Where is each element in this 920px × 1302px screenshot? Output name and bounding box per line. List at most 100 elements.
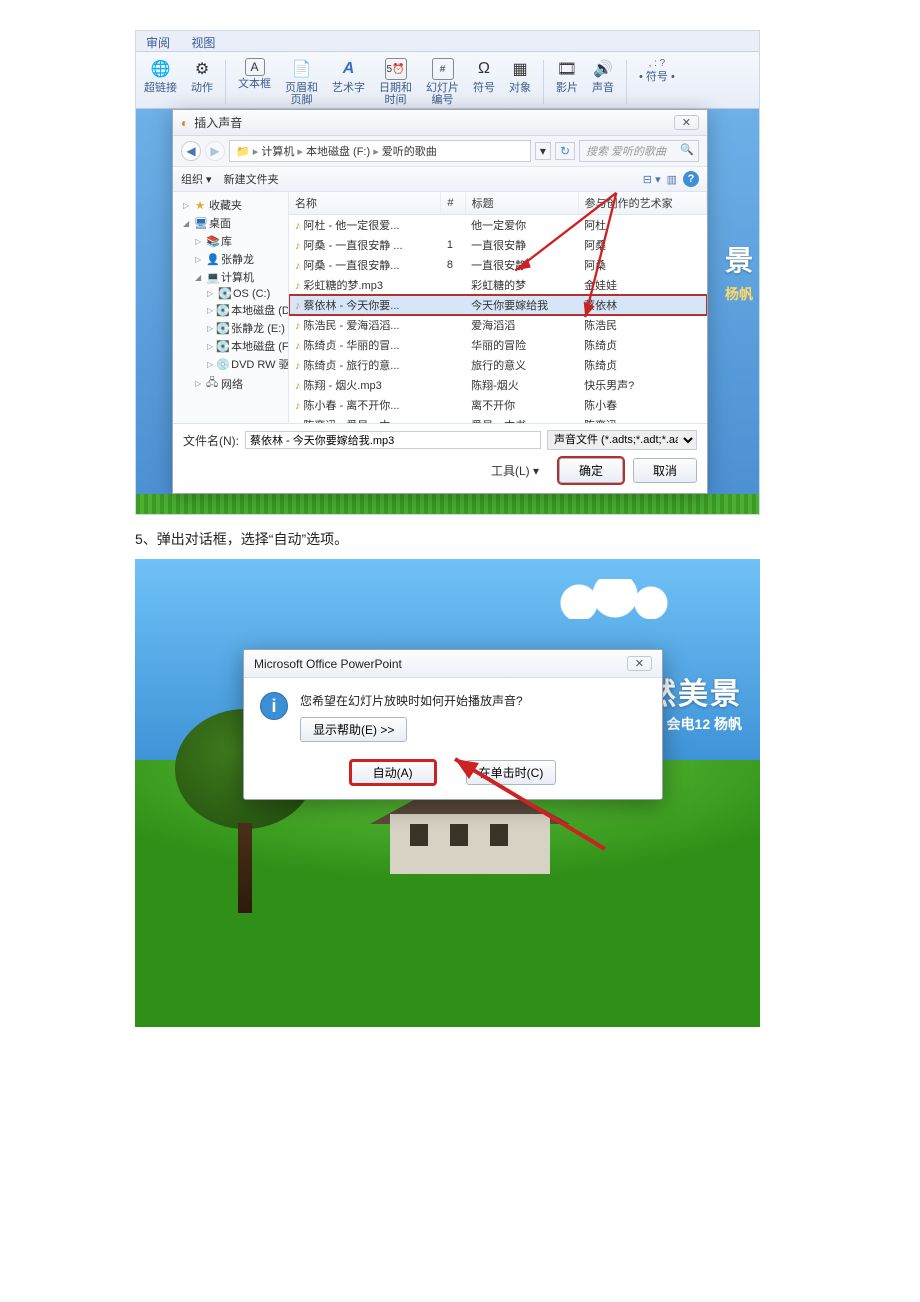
audio-file-icon: ♪ bbox=[295, 400, 301, 412]
tree-node[interactable]: ▷💽张静龙 (E:) bbox=[175, 319, 286, 337]
forward-button[interactable]: ▶ bbox=[205, 141, 225, 161]
file-row[interactable]: ♪陈奕迅 - 爱是一本...爱是一本书陈奕迅 bbox=[289, 415, 707, 423]
organize-menu[interactable]: 组织 ▾ bbox=[181, 171, 212, 187]
cancel-button[interactable]: 取消 bbox=[633, 458, 697, 483]
object-icon: ▦ bbox=[509, 58, 531, 80]
audio-file-icon: ♪ bbox=[295, 360, 301, 372]
view-mode-button[interactable]: ⊟ ▾ bbox=[643, 173, 661, 186]
screenshot-insert-sound-dialog: 审阅 视图 🌐 超链接 ⚙ 动作 A 文本框 📄 页眉和 页脚 A bbox=[135, 30, 760, 515]
tree-node[interactable]: ▷💽本地磁盘 (F:) bbox=[175, 337, 286, 355]
dialog-titlebar: ◐ 插入声音 ✕ bbox=[173, 110, 707, 136]
screenshot-auto-dialog: 然美景 : 会电12 杨帆 Microsoft Office PowerPoin… bbox=[135, 559, 760, 1027]
headerfooter-icon: 📄 bbox=[291, 58, 313, 80]
ribbon-hyperlink[interactable]: 🌐 超链接 bbox=[140, 58, 181, 106]
show-help-button[interactable]: 显示帮助(E) >> bbox=[300, 717, 407, 742]
tree-node[interactable]: ◢🖥桌面 bbox=[175, 214, 286, 232]
globe-icon: 🌐 bbox=[150, 58, 172, 80]
tab-review[interactable]: 审阅 bbox=[146, 36, 170, 50]
action-icon: ⚙ bbox=[191, 58, 213, 80]
folder-tree[interactable]: ▷★收藏夹◢🖥桌面▷📚库▷👤张静龙◢💻计算机▷💽OS (C:)▷💽本地磁盘 (D… bbox=[173, 192, 289, 423]
file-row[interactable]: ♪阿桑 - 一直很安静...8一直很安静阿桑 bbox=[289, 255, 707, 275]
slide-subtitle-fragment: 杨帆 bbox=[725, 284, 753, 304]
col-artist[interactable]: 参与创作的艺术家 bbox=[578, 192, 706, 215]
tree-node[interactable]: ▷👤张静龙 bbox=[175, 250, 286, 268]
refresh-button[interactable]: ↻ bbox=[555, 142, 575, 160]
movie-icon: 🎞 bbox=[556, 58, 578, 80]
ribbon-symbols-group[interactable]: , : ? • 符号 • bbox=[635, 58, 679, 106]
breadcrumb[interactable]: 📁 计算机 本地磁盘 (F:) 爱听的歌曲 bbox=[229, 140, 531, 162]
tree-node[interactable]: ▷★收藏夹 bbox=[175, 196, 286, 214]
file-row[interactable]: ♪彩虹糖的梦.mp3彩虹糖的梦金娃娃 bbox=[289, 275, 707, 295]
textbox-icon: A bbox=[245, 58, 265, 76]
help-icon[interactable]: ? bbox=[683, 171, 699, 187]
file-row[interactable]: ♪陈翔 - 烟火.mp3陈翔-烟火快乐男声? bbox=[289, 375, 707, 395]
cloud-decoration bbox=[555, 579, 675, 619]
dialog-title: Microsoft Office PowerPoint bbox=[254, 657, 402, 671]
close-button[interactable]: ✕ bbox=[674, 115, 699, 130]
file-row[interactable]: ♪陈绮贞 - 旅行的意...旅行的意义陈绮贞 bbox=[289, 355, 707, 375]
tree-node[interactable]: ▷💽OS (C:) bbox=[175, 286, 286, 301]
sound-icon: 🔊 bbox=[592, 58, 614, 80]
col-num[interactable]: # bbox=[441, 192, 465, 215]
ribbon-object[interactable]: ▦ 对象 bbox=[505, 58, 535, 106]
preview-pane-button[interactable]: ▥ bbox=[667, 173, 677, 186]
dialog-title: 插入声音 bbox=[194, 114, 242, 131]
ribbon-tabs: 审阅 视图 bbox=[136, 31, 759, 52]
search-input[interactable]: 搜索 爱听的歌曲 🔍 bbox=[579, 140, 699, 162]
ribbon-textbox[interactable]: A 文本框 bbox=[234, 58, 275, 106]
step-caption: 5、弹出对话框，选择“自动”选项。 bbox=[135, 529, 920, 549]
audio-file-icon: ♪ bbox=[295, 280, 301, 292]
tab-view[interactable]: 视图 bbox=[191, 36, 215, 50]
file-row[interactable]: ♪陈绮贞 - 华丽的冒...华丽的冒险陈绮贞 bbox=[289, 335, 707, 355]
audio-file-icon: ♪ bbox=[295, 260, 301, 272]
ok-button[interactable]: 确定 bbox=[559, 458, 623, 483]
audio-file-icon: ♪ bbox=[295, 300, 301, 312]
tree-node[interactable]: ◢💻计算机 bbox=[175, 268, 286, 286]
slide-subtitle: : 会电12 杨帆 bbox=[658, 714, 742, 734]
file-row[interactable]: ♪陈小春 - 离不开你...离不开你陈小春 bbox=[289, 395, 707, 415]
file-row[interactable]: ♪蔡依林 - 今天你要...今天你要嫁给我蔡依林 bbox=[289, 295, 707, 315]
back-button[interactable]: ◀ bbox=[181, 141, 201, 161]
ribbon-datetime[interactable]: 5⏰ 日期和 时间 bbox=[375, 58, 416, 106]
ribbon: 🌐 超链接 ⚙ 动作 A 文本框 📄 页眉和 页脚 A 艺术字 5⏰ bbox=[136, 52, 759, 109]
audio-file-icon: ♪ bbox=[295, 220, 301, 232]
ribbon-sound[interactable]: 🔊 声音 bbox=[588, 58, 618, 106]
audio-file-icon: ♪ bbox=[295, 340, 301, 352]
slide-background: 景 杨帆 ◐ 插入声音 ✕ ◀ ▶ 📁 计算机 本地磁盘 (F:) 爱 bbox=[136, 109, 759, 514]
file-filter-select[interactable]: 声音文件 (*.adts;*.adt;*.aac;*...) bbox=[547, 430, 697, 450]
filename-input[interactable] bbox=[245, 431, 541, 449]
close-button[interactable]: ✕ bbox=[627, 656, 652, 671]
datetime-icon: 5⏰ bbox=[385, 58, 407, 80]
col-title[interactable]: 标题 bbox=[465, 192, 578, 215]
tree-node[interactable]: ▷🖧网络 bbox=[175, 373, 286, 394]
dialog-toolbar: 组织 ▾ 新建文件夹 ⊟ ▾ ▥ ? bbox=[173, 167, 707, 192]
dialog-titlebar: Microsoft Office PowerPoint ✕ bbox=[244, 650, 662, 678]
ribbon-movie[interactable]: 🎞 影片 bbox=[552, 58, 582, 106]
col-name[interactable]: 名称 bbox=[289, 192, 441, 215]
file-row[interactable]: ♪阿桑 - 一直很安静 ...1一直很安静阿桑 bbox=[289, 235, 707, 255]
file-list[interactable]: 名称 # 标题 参与创作的艺术家 ♪阿杜 - 他一定很爱...他一定爱你阿杜♪阿… bbox=[289, 192, 707, 423]
slidenum-icon: # bbox=[432, 58, 454, 80]
file-row[interactable]: ♪阿杜 - 他一定很爱...他一定爱你阿杜 bbox=[289, 215, 707, 236]
new-folder-button[interactable]: 新建文件夹 bbox=[224, 171, 279, 187]
audio-file-icon: ♪ bbox=[295, 240, 301, 252]
auto-button[interactable]: 自动(A) bbox=[350, 760, 436, 785]
ribbon-headerfooter[interactable]: 📄 页眉和 页脚 bbox=[281, 58, 322, 106]
info-icon: i bbox=[260, 692, 288, 720]
wordart-icon: A bbox=[338, 58, 360, 80]
on-click-button[interactable]: 在单击时(C) bbox=[466, 760, 557, 785]
dialog-question: 您希望在幻灯片放映时如何开始播放声音? bbox=[300, 692, 646, 709]
ribbon-slidenum[interactable]: # 幻灯片 编号 bbox=[422, 58, 463, 106]
grass-decoration bbox=[136, 494, 759, 514]
file-row[interactable]: ♪陈浩民 - 爱海滔滔...爱海滔滔陈浩民 bbox=[289, 315, 707, 335]
playback-prompt-dialog: Microsoft Office PowerPoint ✕ i 您希望在幻灯片放… bbox=[243, 649, 663, 800]
tree-node[interactable]: ▷💽本地磁盘 (D:) bbox=[175, 301, 286, 319]
tree-node[interactable]: ▷📚库 bbox=[175, 232, 286, 250]
ribbon-wordart[interactable]: A 艺术字 bbox=[328, 58, 369, 106]
filename-label: 文件名(N): bbox=[183, 432, 239, 449]
ribbon-symbol[interactable]: Ω 符号 bbox=[469, 58, 499, 106]
tools-menu[interactable]: 工具(L) ▾ bbox=[491, 462, 539, 479]
tree-node[interactable]: ▷💿DVD RW 驱动 bbox=[175, 355, 286, 373]
app-icon: ◐ bbox=[181, 116, 188, 130]
ribbon-action[interactable]: ⚙ 动作 bbox=[187, 58, 217, 106]
